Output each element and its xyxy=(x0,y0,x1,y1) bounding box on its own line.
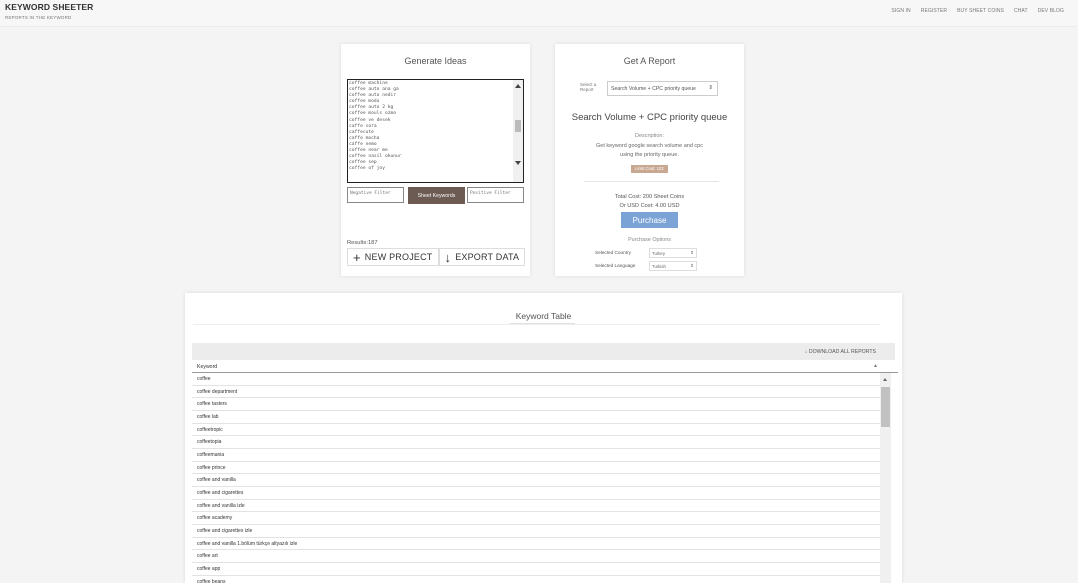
table-scrollbar[interactable] xyxy=(880,373,891,583)
seed-keywords-textarea[interactable]: coffee machine coffee auto ana ga coffee a… xyxy=(347,79,524,183)
table-row[interactable]: coffee and cigarettes izle xyxy=(192,525,880,538)
report-heading: Search Volume + CPC priority queue xyxy=(571,112,728,123)
keyword-table-card: Keyword Table ↓ DOWNLOAD ALL REPORTS Key… xyxy=(185,293,902,583)
nav-dev-blog[interactable]: DEV BLOG xyxy=(1038,8,1064,14)
table-row[interactable]: coffeemania xyxy=(192,449,880,462)
table-row[interactable]: coffee art xyxy=(192,550,880,563)
nav-sign-in[interactable]: SIGN IN xyxy=(891,8,910,14)
country-select[interactable]: Turkey ⇕ xyxy=(649,248,697,258)
divider xyxy=(584,181,719,182)
report-select-value: Search Volume + CPC priority queue xyxy=(611,86,696,92)
project-actions: + NEW PROJECT ↓ EXPORT DATA xyxy=(347,248,526,266)
report-description: Get keyword google search volume and cpc… xyxy=(595,143,703,158)
table-row[interactable]: coffee beans xyxy=(192,576,880,583)
country-value: Turkey xyxy=(652,251,665,256)
results-count: Results:187 xyxy=(347,240,378,246)
table-row[interactable]: coffee and vanilla izle xyxy=(192,500,880,513)
select-caret-icon: ⇕ xyxy=(690,263,694,268)
active-tab-underline xyxy=(510,323,575,324)
filter-row: Sheet Keywords xyxy=(347,187,524,205)
scroll-up-icon[interactable] xyxy=(515,84,521,88)
positive-filter-input[interactable] xyxy=(467,187,524,203)
table-row[interactable]: coffee prince xyxy=(192,462,880,475)
brand-subtitle: REPORTS IN THE KEYWORD xyxy=(5,15,72,20)
seed-scrollbar[interactable] xyxy=(513,80,523,182)
sheet-keywords-button[interactable]: Sheet Keywords xyxy=(408,187,465,204)
brand[interactable]: KEYWORD SHEETER REPORTS IN THE KEYWORD xyxy=(5,2,93,20)
nav-links: SIGN IN REGISTER BUY SHEET COINS CHAT DE… xyxy=(891,8,1064,14)
country-label: Selected Country xyxy=(595,250,631,255)
scroll-down-icon[interactable] xyxy=(515,161,521,165)
language-value: Turkish xyxy=(652,264,666,269)
negative-filter-input[interactable] xyxy=(347,187,404,203)
table-row[interactable]: coffee and vanilla 1.bölüm türkçe altyaz… xyxy=(192,538,880,551)
download-icon: ↓ xyxy=(804,349,808,355)
export-data-label: EXPORT DATA xyxy=(455,252,520,262)
download-icon: ↓ xyxy=(444,249,452,265)
description-title: Description: xyxy=(634,133,665,139)
generate-ideas-title: Generate Ideas xyxy=(404,56,467,66)
nav-chat[interactable]: CHAT xyxy=(1014,8,1028,14)
table-row[interactable]: coffee and cigarettes xyxy=(192,487,880,500)
plus-icon: + xyxy=(353,249,361,265)
table-row[interactable]: coffee xyxy=(192,373,880,386)
table-row[interactable]: coffee department xyxy=(192,386,880,399)
download-all-reports-button[interactable]: ↓ DOWNLOAD ALL REPORTS xyxy=(805,349,876,355)
export-data-button[interactable]: ↓ EXPORT DATA xyxy=(438,248,526,266)
select-report-label: Select a Report xyxy=(580,82,597,92)
keyword-rows: coffee coffee department coffee tasters cof… xyxy=(192,373,880,583)
table-row[interactable]: coffeetropic xyxy=(192,424,880,437)
seed-keywords-list: coffee machine coffee auto ana ga coffee a… xyxy=(348,81,511,172)
scroll-up-icon[interactable] xyxy=(883,378,887,381)
top-navbar: KEYWORD SHEETER REPORTS IN THE KEYWORD S… xyxy=(0,0,1078,27)
nav-register[interactable]: REGISTER xyxy=(921,8,947,14)
table-row[interactable]: coffee academy xyxy=(192,512,880,525)
get-report-card: Get A Report Select a Report Search Volu… xyxy=(555,44,744,276)
get-report-title: Get A Report xyxy=(623,56,676,66)
language-label: Selected Language xyxy=(595,263,636,268)
scroll-thumb[interactable] xyxy=(881,387,890,427)
language-option-row: Selected Language Turkish ⇕ xyxy=(595,261,715,271)
seed-keyword-line: coffee of joy xyxy=(349,166,385,172)
table-row[interactable]: coffeetopia xyxy=(192,436,880,449)
select-caret-icon: ⇕ xyxy=(690,250,694,255)
language-select[interactable]: Turkish ⇕ xyxy=(649,261,697,271)
sort-caret-icon[interactable]: ▲ xyxy=(873,363,878,369)
new-project-button[interactable]: + NEW PROJECT xyxy=(347,248,439,266)
report-select[interactable]: Search Volume + CPC priority queue ⇕ xyxy=(607,81,718,96)
table-row[interactable]: coffee tasters xyxy=(192,398,880,411)
purchase-button[interactable]: Purchase xyxy=(621,212,678,228)
divider xyxy=(193,324,880,325)
table-row[interactable]: coffee app xyxy=(192,563,880,576)
table-row[interactable]: coffee and vanilla xyxy=(192,474,880,487)
table-toolbar: ↓ DOWNLOAD ALL REPORTS xyxy=(192,343,895,360)
select-caret-icon: ⇕ xyxy=(708,85,713,91)
country-option-row: Selected Country Turkey ⇕ xyxy=(595,248,715,258)
keyword-column-header[interactable]: Keyword ▲ xyxy=(192,360,898,373)
keyword-column-label: Keyword xyxy=(197,364,218,370)
purchase-options-title: Purchase Options xyxy=(628,237,671,243)
keyword-table-tab[interactable]: Keyword Table xyxy=(185,311,902,321)
download-all-label: DOWNLOAD ALL REPORTS xyxy=(808,349,876,355)
limit-cost-badge: Limit Cost: 122 xyxy=(631,165,668,173)
brand-title[interactable]: KEYWORD SHEETER xyxy=(5,2,93,12)
generate-ideas-card: Generate Ideas coffee machine coffee auto… xyxy=(341,44,530,276)
usd-cost: Or USD Cost: 4.00 USD xyxy=(619,203,680,209)
table-row[interactable]: coffee lab xyxy=(192,411,880,424)
total-cost: Total Cost: 200 Sheet Coins xyxy=(614,194,685,200)
scroll-thumb[interactable] xyxy=(515,120,521,132)
new-project-label: NEW PROJECT xyxy=(364,252,433,262)
nav-buy-sheet-coins[interactable]: BUY SHEET COINS xyxy=(957,8,1004,14)
